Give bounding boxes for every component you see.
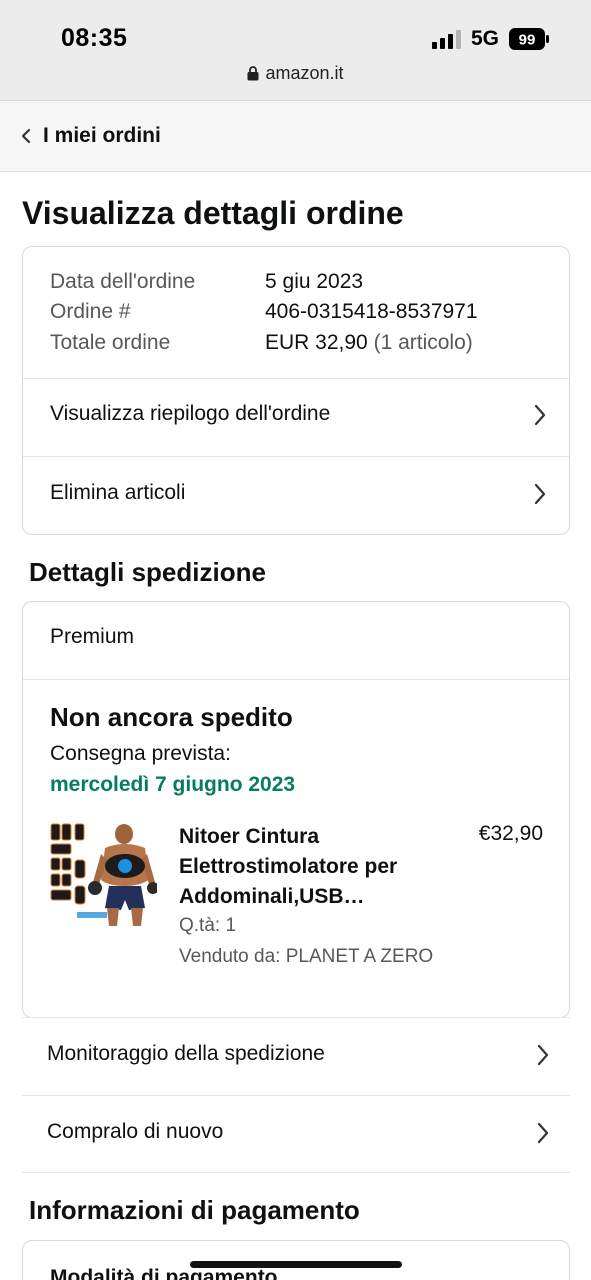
url-text: amazon.it xyxy=(265,63,344,83)
chevron-right-icon xyxy=(534,483,546,505)
chevron-left-icon xyxy=(21,128,31,144)
remove-items-row[interactable]: Elimina articoli xyxy=(23,457,569,535)
remove-items-link: Elimina articoli xyxy=(50,481,186,504)
order-summary-link: Visualizza riepilogo dell'ordine xyxy=(50,402,331,425)
shipping-section-title: Dettagli spedizione xyxy=(29,557,266,587)
order-total-amount: EUR 32,90 xyxy=(265,331,368,354)
battery-level: 99 xyxy=(519,32,536,49)
order-item-count: (1 articolo) xyxy=(373,331,473,354)
order-number-value: 406-0315418-8537971 xyxy=(265,300,478,323)
payment-card: Modalità di pagamento xyxy=(22,1240,570,1280)
page-title: Visualizza dettagli ordine xyxy=(22,195,404,231)
order-summary-row[interactable]: Visualizza riepilogo dell'ordine xyxy=(23,379,569,456)
order-number-label: Ordine # xyxy=(50,300,131,323)
back-label: I miei ordini xyxy=(43,124,161,147)
track-shipment-row[interactable]: Monitoraggio della spedizione xyxy=(22,1017,570,1095)
product-price: €32,90 xyxy=(478,822,543,845)
delivery-label: Consegna prevista: xyxy=(50,742,231,765)
delivery-date: mercoledì 7 giugno 2023 xyxy=(50,773,296,796)
product-image[interactable] xyxy=(49,820,157,928)
status-time: 08:35 xyxy=(61,24,128,52)
back-to-orders[interactable]: I miei ordini xyxy=(0,101,591,172)
shipment-card: Premium Non ancora spedito Consegna prev… xyxy=(22,601,570,1018)
payment-method-label: Modalità di pagamento xyxy=(50,1266,278,1280)
track-shipment-link: Monitoraggio della spedizione xyxy=(47,1042,325,1065)
buy-again-row[interactable]: Compralo di nuovo xyxy=(22,1095,570,1173)
product-title[interactable]: Nitoer Cintura Elettrostimolatore per Ad… xyxy=(179,822,424,912)
order-date-label: Data dell'ordine xyxy=(50,270,196,293)
shipping-service: Premium xyxy=(50,625,135,648)
payment-section-title: Informazioni di pagamento xyxy=(29,1195,360,1225)
cellular-signal-icon xyxy=(432,30,461,49)
battery-icon: 99 xyxy=(509,28,549,50)
network-type: 5G xyxy=(471,27,500,50)
chevron-right-icon xyxy=(537,1044,549,1066)
buy-again-link: Compralo di nuovo xyxy=(47,1120,224,1143)
product-seller: Venduto da: PLANET A ZERO xyxy=(179,946,434,967)
shipment-status: Non ancora spedito xyxy=(50,702,293,732)
order-total-value: EUR 32,90 (1 articolo) xyxy=(265,331,473,355)
order-total-label: Totale ordine xyxy=(50,331,171,354)
order-info-card: Data dell'ordine 5 giu 2023 Ordine # 406… xyxy=(22,246,570,535)
lock-icon xyxy=(247,66,259,81)
divider xyxy=(23,679,569,680)
product-quantity: Q.tà: 1 xyxy=(179,915,237,936)
home-indicator[interactable] xyxy=(190,1261,402,1268)
chevron-right-icon xyxy=(537,1122,549,1144)
address-bar[interactable]: amazon.it xyxy=(0,63,591,84)
browser-top-bar: 08:35 5G 99 amazon.it xyxy=(0,0,591,101)
chevron-right-icon xyxy=(534,404,546,426)
order-date-value: 5 giu 2023 xyxy=(265,270,364,293)
